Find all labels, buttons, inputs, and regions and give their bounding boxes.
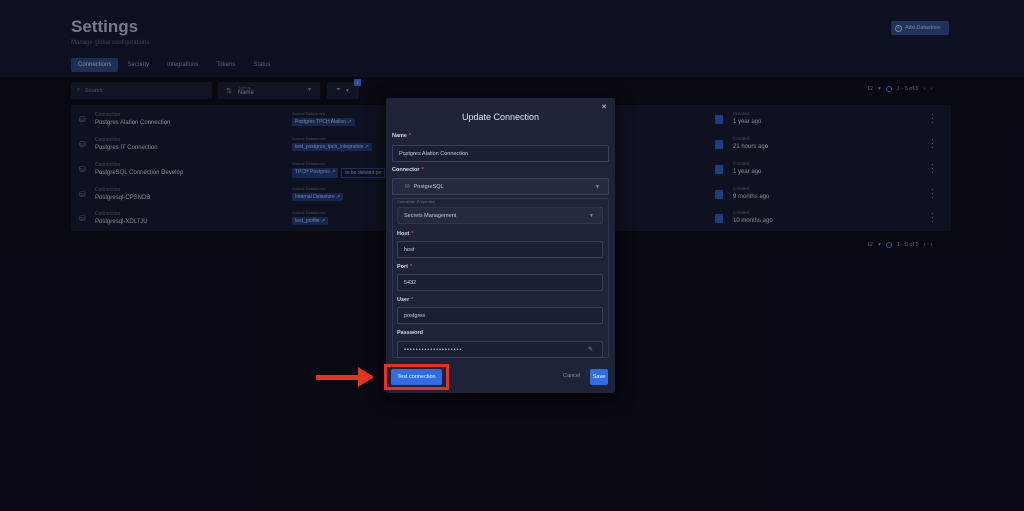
chevron-down-icon: ▼: [595, 183, 600, 190]
update-connection-dialog: ✕ Update Connection Name * Postgres Alati…: [386, 98, 615, 393]
password-field[interactable]: •••••••••••••••••••• ✎: [397, 341, 603, 358]
pencil-icon[interactable]: ✎: [588, 346, 594, 353]
password-value: ••••••••••••••••••••: [404, 346, 463, 353]
pointer-arrow: [316, 375, 364, 380]
chevron-down-icon: ▼: [589, 212, 594, 219]
pointer-arrow-head: [358, 367, 374, 387]
postgresql-icon: ⛁: [405, 183, 410, 190]
highlight-box: [384, 364, 449, 390]
close-icon[interactable]: ✕: [601, 103, 607, 111]
connector-select[interactable]: ⛁ PostgreSQL ▼: [392, 178, 609, 195]
name-label: Name *: [392, 133, 412, 139]
dialog-title: Update Connection: [461, 112, 540, 122]
host-label: Host *: [397, 231, 414, 237]
name-field[interactable]: Postgres Alation Connection: [392, 145, 609, 162]
save-button[interactable]: Save: [590, 369, 608, 385]
connector-label: Connector *: [392, 167, 424, 173]
password-label: Password: [397, 330, 423, 336]
connector-value: PostgreSQL: [413, 183, 444, 190]
host-field[interactable]: host: [397, 241, 603, 258]
cancel-button[interactable]: Cancel: [563, 373, 580, 379]
connector-properties-label: Connector Properties: [397, 199, 435, 204]
port-label: Port *: [397, 264, 413, 270]
user-field[interactable]: postgres: [397, 307, 603, 324]
port-field[interactable]: 5432: [397, 274, 603, 291]
secrets-management-select[interactable]: Secrets Management ▼: [397, 207, 603, 224]
secrets-value: Secrets Management: [404, 212, 457, 219]
user-label: User *: [397, 297, 414, 303]
